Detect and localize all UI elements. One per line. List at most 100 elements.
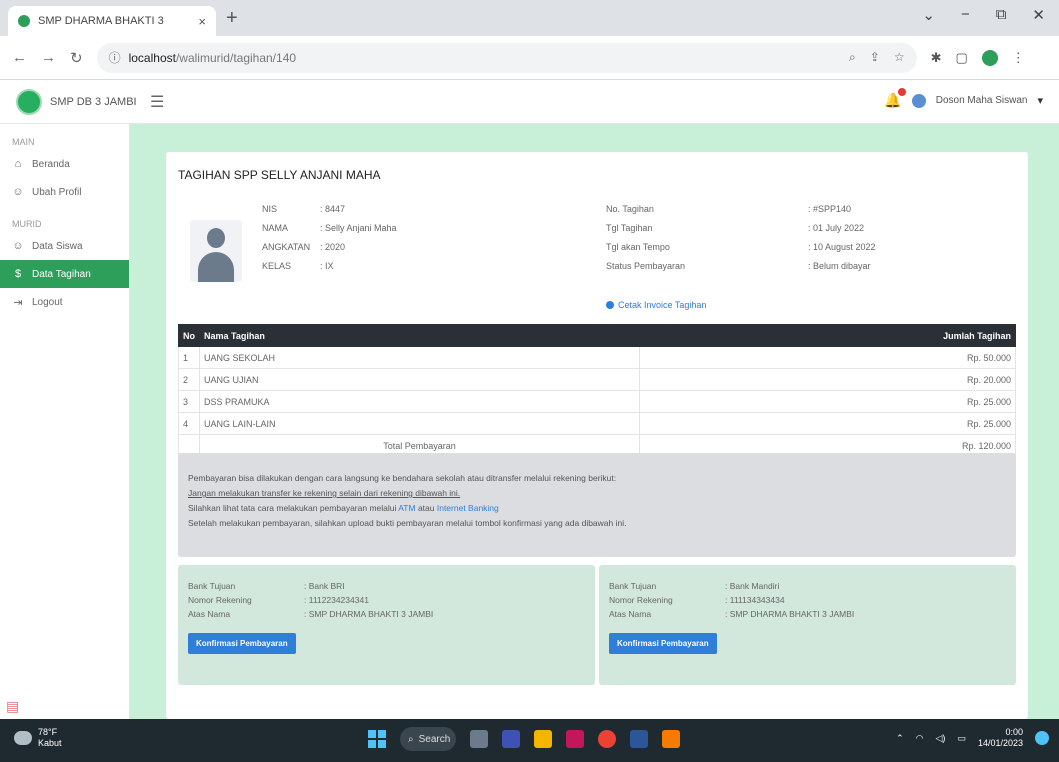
user-area: 🔔 Doson Maha Siswan ▾ [884, 88, 1043, 109]
notification-center-icon[interactable] [1035, 731, 1049, 745]
new-tab-button[interactable]: + [226, 7, 238, 30]
print-icon [606, 301, 614, 309]
volume-icon[interactable]: ◁) [936, 733, 946, 744]
no-tagihan-value: : #SPP140 [808, 204, 852, 214]
atm-link[interactable]: ATM [398, 503, 415, 513]
no-tagihan-label: No. Tagihan [606, 204, 654, 214]
close-window-button[interactable]: ✕ [1032, 6, 1045, 24]
print-invoice-link[interactable]: Cetak Invoice Tagihan [606, 300, 706, 310]
bill-card: TAGIHAN SPP SELLY ANJANI MAHA NIS : 8447… [166, 152, 1028, 719]
chat-icon[interactable] [502, 730, 520, 748]
atas-nama-value: : SMP DHARMA BHAKTI 3 JAMBI [725, 609, 855, 619]
back-icon[interactable]: ← [12, 49, 27, 66]
nama-label: NAMA [262, 223, 289, 233]
bell-icon[interactable]: 🔔 [884, 88, 906, 109]
wifi-icon[interactable]: ◠ [916, 733, 924, 744]
row-amount: Rp. 20.000 [639, 368, 1016, 391]
internet-banking-link[interactable]: Internet Banking [437, 503, 499, 513]
row-amount: Rp. 25.000 [639, 390, 1016, 413]
windows-start-icon[interactable] [368, 730, 386, 748]
status-label: Status Pembayaran [606, 261, 686, 271]
weather-widget[interactable]: 78°F Kabut [14, 727, 62, 749]
share-icon[interactable]: ⇪ [870, 50, 880, 65]
sidepanel-icon[interactable]: ▢ [955, 50, 967, 66]
col-amount: Jumlah Tagihan [639, 324, 1016, 347]
bank-value: : Bank Mandiri [725, 581, 780, 591]
extensions-icon[interactable]: ✱ [931, 50, 942, 66]
sidebar-item-profil[interactable]: ☺ Ubah Profil [0, 178, 129, 206]
confirm-payment-button[interactable]: Konfirmasi Pembayaran [188, 633, 296, 654]
user-name[interactable]: Doson Maha Siswan [936, 95, 1028, 106]
battery-icon[interactable]: ▭ [957, 733, 966, 744]
sidebar-item-logout[interactable]: ⇥ Logout [0, 288, 129, 316]
forward-icon[interactable]: → [41, 49, 56, 66]
row-no: 4 [178, 412, 200, 435]
user-icon: ☺ [12, 240, 24, 252]
sidebar-item-label: Logout [32, 296, 63, 308]
bill-info: NIS : 8447 NAMA : Selly Anjani Maha ANGK… [178, 204, 1016, 324]
rekening-label: Nomor Rekening [609, 595, 673, 605]
atas-nama-value: : SMP DHARMA BHAKTI 3 JAMBI [304, 609, 434, 619]
reload-icon[interactable]: ↻ [70, 49, 83, 67]
url-input[interactable]: ⓘ localhost/walimurid/tagihan/140 ⌕ ⇪ ☆ [96, 42, 917, 73]
row-no: 1 [178, 346, 200, 369]
info-icon[interactable]: ⓘ [109, 49, 121, 66]
clock-time: 0:00 [1005, 727, 1023, 737]
weather-condition: Kabut [38, 738, 62, 748]
school-logo [16, 89, 42, 115]
jatuh-tempo-value: : 10 August 2022 [808, 242, 876, 252]
avatar-body-icon [198, 252, 234, 282]
student-photo [190, 220, 242, 282]
task-view-icon[interactable] [470, 730, 488, 748]
browser-tab[interactable]: SMP DHARMA BHAKTI 3 × [8, 6, 216, 36]
hamburger-menu-icon[interactable]: ☰ [150, 92, 164, 112]
temperature: 78°F [38, 727, 58, 737]
chrome-icon[interactable] [598, 730, 616, 748]
restore-button[interactable]: ⧉ [996, 6, 1007, 24]
row-name: DSS PRAMUKA [199, 390, 640, 413]
chevron-down-icon[interactable]: ▾ [1037, 94, 1043, 107]
app-m-icon[interactable] [566, 730, 584, 748]
rekening-label: Nomor Rekening [188, 595, 252, 605]
notice-line-1: Pembayaran bisa dilakukan dengan cara la… [188, 473, 617, 483]
kelas-label: KELAS [262, 261, 292, 271]
profile-avatar[interactable] [981, 49, 998, 66]
row-amount: Rp. 50.000 [639, 346, 1016, 369]
word-icon[interactable] [630, 730, 648, 748]
sidebar-section-wali: MURID [12, 219, 42, 229]
minimize-button[interactable]: − [961, 6, 970, 24]
col-name: Nama Tagihan [199, 324, 640, 347]
clock[interactable]: 0:00 14/01/2023 [978, 727, 1023, 749]
bank-label: Bank Tujuan [188, 581, 236, 591]
tab-close-icon[interactable]: × [198, 14, 206, 29]
angkatan-value: : 2020 [320, 242, 346, 252]
taskbar-search[interactable]: ⌕ Search [400, 727, 456, 751]
url-path: /walimurid/tagihan/140 [175, 50, 297, 65]
sidebar-item-siswa[interactable]: ☺ Data Siswa [0, 232, 129, 260]
brand-name: SMP DB 3 JAMBI [50, 96, 137, 108]
brand[interactable]: SMP DB 3 JAMBI [16, 89, 137, 115]
sidebar-section-main: MAIN [12, 137, 35, 147]
tgl-tagihan-value: : 01 July 2022 [808, 223, 865, 233]
chevron-down-icon[interactable]: ⌄ [922, 6, 935, 24]
app-orange-icon[interactable] [662, 730, 680, 748]
table-row: 1 UANG SEKOLAH Rp. 50.000 [178, 346, 1016, 369]
chevron-up-icon[interactable]: ⌃ [896, 733, 904, 744]
zoom-icon[interactable]: ⌕ [849, 50, 856, 65]
col-no: No [178, 324, 200, 347]
user-avatar[interactable] [911, 93, 926, 108]
omnibox-actions: ⌕ ⇪ ☆ [849, 50, 905, 65]
menu-kebab-icon[interactable]: ⋮ [1012, 50, 1025, 66]
row-name: UANG SEKOLAH [199, 346, 640, 369]
sidebar-item-beranda[interactable]: ⌂ Beranda [0, 150, 129, 178]
sidebar-item-tagihan[interactable]: $ Data Tagihan [0, 260, 129, 288]
url-host: localhost [128, 50, 176, 65]
sidebar-item-label: Data Siswa [32, 240, 83, 252]
pdf-icon[interactable]: ▤ [6, 698, 19, 715]
row-name: UANG LAIN-LAIN [199, 412, 640, 435]
file-explorer-icon[interactable] [534, 730, 552, 748]
nis-label: NIS [262, 204, 278, 214]
favicon-icon [18, 15, 30, 27]
confirm-payment-button[interactable]: Konfirmasi Pembayaran [609, 633, 717, 654]
bookmark-star-icon[interactable]: ☆ [894, 50, 905, 65]
